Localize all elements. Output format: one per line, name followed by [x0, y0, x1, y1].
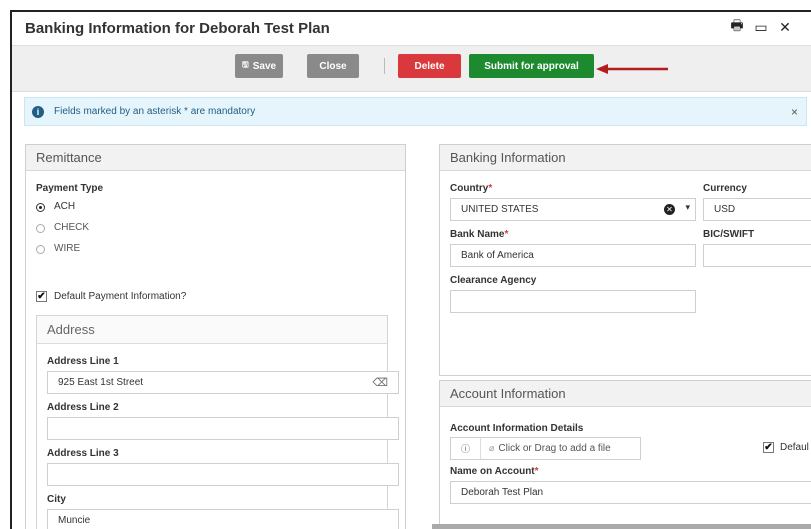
info-icon: ⓘ — [451, 438, 481, 459]
radio-check-label[interactable]: CHECK — [54, 222, 89, 233]
payment-type-label: Payment Type — [36, 183, 104, 194]
clearance-agency-input[interactable] — [450, 290, 696, 313]
action-toolbar: 🖫 Save Close Delete Submit for approval — [12, 46, 811, 92]
country-select[interactable]: UNITED STATES ✕ ▾ — [450, 198, 696, 221]
eraser-icon[interactable]: ⌫ — [372, 376, 388, 389]
save-button[interactable]: 🖫 Save — [235, 54, 283, 78]
printer-icon[interactable]: 🖶 — [730, 17, 744, 34]
close-button[interactable]: Close — [307, 54, 359, 78]
banking-info-window: Banking Information for Deborah Test Pla… — [10, 10, 811, 529]
bic-swift-input[interactable] — [703, 244, 811, 267]
default-payment-label[interactable]: Default Payment Information? — [54, 291, 186, 302]
address-line3-label: Address Line 3 — [47, 448, 119, 459]
address-title: Address — [37, 316, 387, 344]
radio-ach[interactable] — [36, 203, 45, 212]
default-account-checkbox[interactable]: ✔ — [763, 442, 774, 453]
default-payment-checkbox[interactable]: ✔ — [36, 291, 47, 302]
address-line1-value: 925 East 1st Street — [58, 377, 144, 388]
radio-ach-label[interactable]: ACH — [54, 201, 75, 212]
city-input[interactable]: Muncie — [47, 509, 399, 529]
required-asterisk: * — [534, 466, 539, 477]
radio-check[interactable] — [36, 224, 45, 233]
account-information-panel: Account Information Account Information … — [439, 380, 811, 529]
save-button-label: Save — [252, 60, 277, 72]
address-line2-label: Address Line 2 — [47, 402, 119, 413]
upload-text: Click or Drag to add a file — [498, 443, 611, 454]
address-line1-label: Address Line 1 — [47, 356, 119, 367]
mandatory-fields-alert: i Fields marked by an asterisk * are man… — [24, 97, 807, 126]
alert-close-icon[interactable]: × — [791, 105, 798, 119]
alert-text: Fields marked by an asterisk * are manda… — [54, 106, 256, 117]
clearance-agency-label: Clearance Agency — [450, 275, 537, 286]
currency-field[interactable]: USD — [703, 198, 811, 221]
chevron-down-icon[interactable]: ▾ — [685, 202, 690, 213]
bic-swift-label: BIC/SWIFT — [703, 229, 755, 240]
name-on-account-label: Name on Account* — [450, 466, 539, 477]
banking-information-panel: Banking Information Country* UNITED STAT… — [439, 144, 811, 376]
title-bar: Banking Information for Deborah Test Pla… — [12, 12, 811, 46]
save-icon: 🖫 — [241, 60, 249, 69]
paperclip-icon: ⌀ — [489, 443, 495, 453]
currency-label: Currency — [703, 183, 747, 194]
remittance-title: Remittance — [26, 145, 405, 171]
address-line2-input[interactable] — [47, 417, 399, 440]
required-asterisk: * — [504, 229, 509, 240]
horizontal-scrollbar[interactable] — [432, 524, 811, 529]
submit-for-approval-button[interactable]: Submit for approval — [469, 54, 594, 78]
name-on-account-label-text: Name on Account — [450, 466, 535, 477]
clear-icon[interactable]: ✕ — [664, 204, 675, 215]
banking-information-title: Banking Information — [440, 145, 811, 171]
bank-name-label-text: Bank Name — [450, 229, 505, 240]
country-label-text: Country — [450, 183, 489, 194]
bank-name-label: Bank Name* — [450, 229, 508, 240]
annotation-arrow — [596, 64, 668, 74]
country-label: Country* — [450, 183, 492, 194]
name-on-account-input[interactable]: Deborah Test Plan — [450, 481, 811, 504]
maximize-icon[interactable]: ▭ — [754, 19, 768, 35]
close-icon[interactable]: ✕ — [778, 19, 792, 35]
address-section: Address Address Line 1 925 East 1st Stre… — [36, 315, 399, 529]
bank-name-input[interactable]: Bank of America — [450, 244, 696, 267]
delete-button[interactable]: Delete — [398, 54, 461, 78]
toolbar-divider — [384, 58, 385, 74]
file-upload-dropzone[interactable]: ⓘ ⌀ Click or Drag to add a file — [450, 437, 641, 460]
info-icon: i — [32, 105, 44, 118]
remittance-panel: Remittance Payment Type ACH CHECK WIRE ✔… — [25, 144, 406, 529]
address-line1-input[interactable]: 925 East 1st Street ⌫ — [47, 371, 399, 394]
account-information-title: Account Information — [440, 381, 811, 407]
window-controls: 🖶 ▭ ✕ — [730, 17, 792, 35]
city-label: City — [47, 494, 66, 505]
radio-wire[interactable] — [36, 245, 45, 254]
account-details-label: Account Information Details — [450, 423, 584, 434]
radio-wire-label[interactable]: WIRE — [54, 243, 80, 254]
required-asterisk: * — [488, 183, 493, 194]
default-account-label[interactable]: Defaul — [780, 442, 809, 453]
window-title: Banking Information for Deborah Test Pla… — [25, 20, 330, 37]
country-value: UNITED STATES — [461, 204, 539, 215]
address-line3-input[interactable] — [47, 463, 399, 486]
